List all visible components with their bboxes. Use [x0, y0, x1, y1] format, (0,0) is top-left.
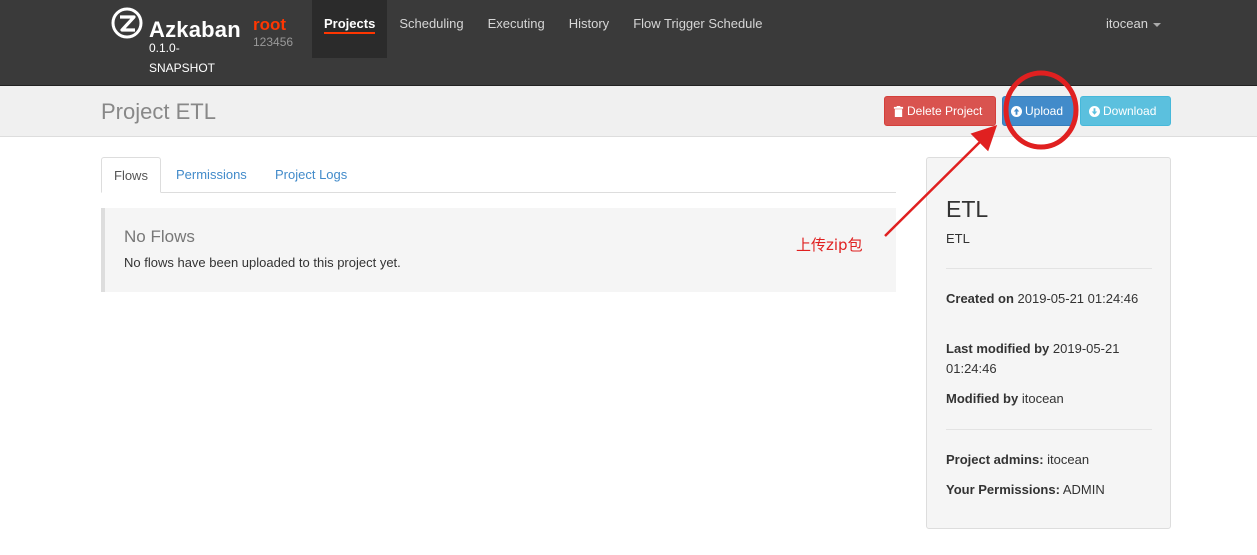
- your-permissions-label: Your Permissions:: [946, 482, 1060, 497]
- nav-item-flow-trigger-schedule[interactable]: Flow Trigger Schedule: [621, 0, 774, 58]
- project-admins-row: Project admins: itocean: [946, 450, 1156, 470]
- project-admins-value: itocean: [1047, 452, 1090, 467]
- brand-version: 0.1.0-SNAPSHOT: [149, 41, 216, 75]
- env-name: root: [253, 15, 287, 34]
- user-name: itocean: [1106, 16, 1148, 31]
- azkaban-logo-icon: [111, 7, 143, 39]
- nav-item-label: Executing: [487, 16, 545, 31]
- trash-icon: [893, 105, 904, 117]
- brand[interactable]: Azkaban 0.1.0-SNAPSHOT root 123456: [110, 6, 310, 82]
- caret-down-icon: [1152, 22, 1161, 27]
- nav-item-scheduling[interactable]: Scheduling: [387, 0, 475, 58]
- env-description: 123456: [253, 35, 294, 49]
- last-modified-label: Last modified by: [946, 341, 1050, 356]
- callout-text: No flows have been uploaded to this proj…: [124, 255, 401, 270]
- nav-item-label: History: [568, 16, 610, 31]
- nav-item-history[interactable]: History: [557, 0, 621, 58]
- annotation-label: 上传zip包: [796, 236, 863, 254]
- circle-arrow-down-icon: [1089, 105, 1100, 117]
- project-admins-label: Project admins:: [946, 452, 1044, 467]
- delete-project-label: Delete Project: [907, 104, 983, 118]
- main-nav: Projects Scheduling Executing History Fl…: [312, 0, 775, 58]
- upload-button[interactable]: Upload: [1002, 96, 1076, 126]
- project-description: ETL: [946, 231, 970, 246]
- no-flows-callout: No Flows No flows have been uploaded to …: [101, 208, 896, 292]
- user-menu[interactable]: itocean: [1106, 16, 1161, 31]
- created-on-value: 2019-05-21 01:24:46: [1017, 291, 1139, 306]
- nav-item-executing[interactable]: Executing: [476, 0, 557, 58]
- your-permissions-value: ADMIN: [1062, 482, 1105, 497]
- project-tabs: Flows Permissions Project Logs: [101, 157, 896, 193]
- page-title: Project ETL: [101, 99, 216, 124]
- nav-item-label: Scheduling: [399, 16, 464, 31]
- project-header: Project ETL Delete Project Upload Downlo…: [0, 86, 1257, 137]
- tab-permissions[interactable]: Permissions: [176, 157, 247, 193]
- last-modified-row: Last modified by 2019-05-21 01:24:46: [946, 339, 1156, 379]
- created-on-row: Created on 2019-05-21 01:24:46: [946, 289, 1156, 309]
- modified-by-value: itocean: [1021, 391, 1064, 406]
- top-navbar: Azkaban 0.1.0-SNAPSHOT root 123456 Proje…: [0, 0, 1257, 86]
- nav-item-projects[interactable]: Projects: [312, 0, 388, 58]
- circle-arrow-up-icon: [1011, 105, 1022, 117]
- modified-by-label: Modified by: [946, 391, 1019, 406]
- project-name: ETL: [946, 196, 989, 222]
- divider: [946, 429, 1152, 430]
- created-on-label: Created on: [946, 291, 1014, 306]
- tab-flows[interactable]: Flows: [101, 157, 161, 193]
- tab-project-logs[interactable]: Project Logs: [275, 157, 347, 193]
- download-label: Download: [1103, 104, 1157, 118]
- modified-by-row: Modified by itocean: [946, 389, 1156, 409]
- permissions-row: Your Permissions: ADMIN: [946, 480, 1156, 500]
- nav-item-label: Flow Trigger Schedule: [633, 16, 763, 31]
- download-button[interactable]: Download: [1080, 96, 1171, 126]
- divider: [946, 268, 1152, 269]
- callout-title: No Flows: [124, 227, 195, 246]
- nav-item-label: Projects: [324, 16, 376, 34]
- project-info-panel: ETL ETL Created on 2019-05-21 01:24:46 L…: [926, 157, 1171, 529]
- upload-label: Upload: [1025, 104, 1064, 118]
- delete-project-button[interactable]: Delete Project: [884, 96, 996, 126]
